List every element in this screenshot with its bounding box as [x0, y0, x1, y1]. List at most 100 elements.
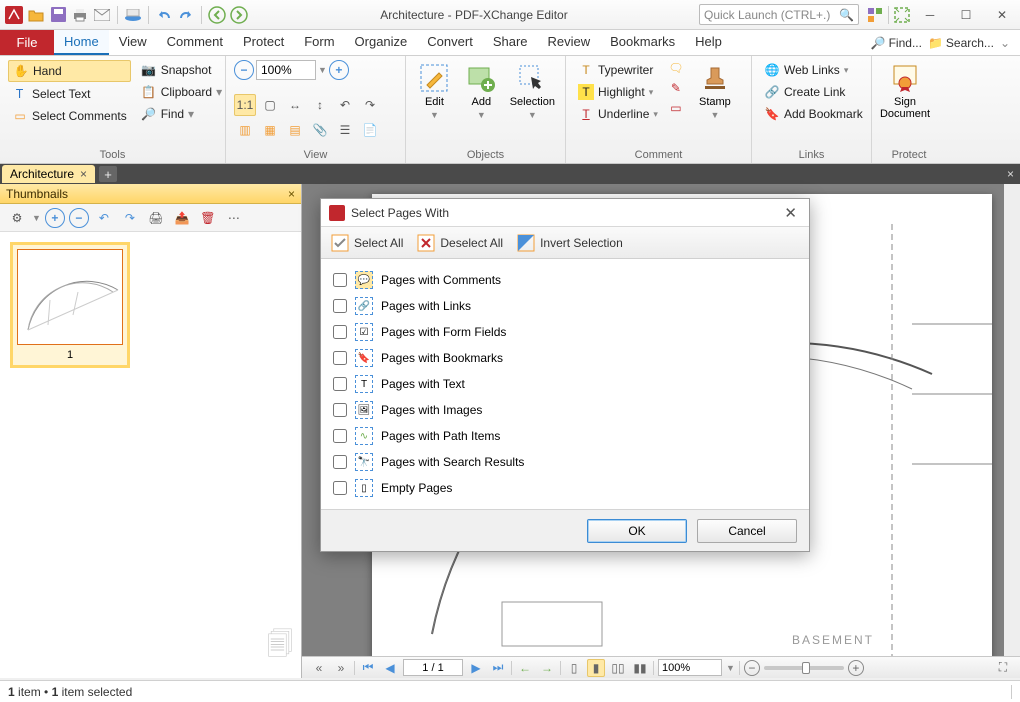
zoom-in-bb[interactable]: +: [848, 660, 864, 676]
zoom-in-button[interactable]: +: [329, 60, 349, 80]
tab-bookmarks[interactable]: Bookmarks: [600, 30, 685, 55]
single-page-icon[interactable]: ▯: [565, 659, 583, 677]
sign-document-button[interactable]: Sign Document: [880, 60, 930, 122]
page-layout2-button[interactable]: ▦: [259, 119, 281, 141]
checkbox[interactable]: [333, 351, 347, 365]
thumb-zoom-in-icon[interactable]: +: [45, 208, 65, 228]
option-pages-with-text[interactable]: TPages with Text: [333, 371, 797, 397]
prev-doc-icon[interactable]: »: [332, 659, 350, 677]
checkbox[interactable]: [333, 325, 347, 339]
deselect-all-button[interactable]: Deselect All: [417, 234, 503, 252]
rotate-ccw-button[interactable]: ↶: [334, 94, 356, 116]
createlink-button[interactable]: 🔗Create Link: [760, 82, 867, 102]
rotate-left-icon[interactable]: ↶: [93, 207, 115, 229]
ui-options-icon[interactable]: [865, 5, 885, 25]
first-page-icon[interactable]: ⏮: [359, 659, 377, 677]
checkbox[interactable]: [333, 299, 347, 313]
weblinks-button[interactable]: 🌐Web Links▾: [760, 60, 867, 80]
add-button[interactable]: Add▼: [461, 60, 502, 122]
rotate-right-icon[interactable]: ↷: [119, 207, 141, 229]
checkbox[interactable]: [333, 429, 347, 443]
prev-icon[interactable]: [207, 5, 227, 25]
highlight-button[interactable]: THighlight▾: [574, 82, 662, 102]
select-text-tool[interactable]: ᎢSelect Text: [8, 84, 131, 104]
tab-share[interactable]: Share: [483, 30, 538, 55]
tab-convert[interactable]: Convert: [417, 30, 483, 55]
prev-page-icon[interactable]: ◀: [381, 659, 399, 677]
two-page-icon[interactable]: ▯▯: [609, 659, 627, 677]
close-tab-icon[interactable]: ×: [80, 167, 87, 181]
zoom-select[interactable]: [658, 659, 722, 676]
actual-size-button[interactable]: 1:1: [234, 94, 256, 116]
checkbox[interactable]: [333, 273, 347, 287]
tab-comment[interactable]: Comment: [157, 30, 233, 55]
two-cont-icon[interactable]: ▮▮: [631, 659, 649, 677]
thumb-zoom-out-icon[interactable]: −: [69, 208, 89, 228]
tab-protect[interactable]: Protect: [233, 30, 294, 55]
fit-height-button[interactable]: ↕: [309, 94, 331, 116]
find-button[interactable]: 🔎Find...: [871, 36, 922, 50]
page-layout-button[interactable]: ▥: [234, 119, 256, 141]
email-icon[interactable]: [92, 5, 112, 25]
layers-icon[interactable]: ☰: [334, 119, 356, 141]
vertical-scrollbar[interactable]: [1004, 184, 1020, 678]
edit-button[interactable]: Edit▼: [414, 60, 455, 122]
next-page-icon[interactable]: ▶: [467, 659, 485, 677]
clipboard-tool[interactable]: 📋Clipboard ▾: [137, 82, 226, 102]
delete-icon[interactable]: 🗑: [197, 207, 219, 229]
first-doc-icon[interactable]: «: [310, 659, 328, 677]
option-pages-with-search-results[interactable]: 🔭Pages with Search Results: [333, 449, 797, 475]
undo-icon[interactable]: [154, 5, 174, 25]
underline-button[interactable]: TUnderline▾: [574, 104, 662, 124]
addbookmark-button[interactable]: 🔖Add Bookmark: [760, 104, 867, 124]
properties-icon[interactable]: 📄: [359, 119, 381, 141]
option-pages-with-bookmarks[interactable]: 🔖Pages with Bookmarks: [333, 345, 797, 371]
shape-icon[interactable]: ▭: [668, 100, 684, 116]
selection-button[interactable]: Selection▼: [508, 60, 557, 122]
typewriter-button[interactable]: TTypewriter: [574, 60, 662, 80]
new-tab-button[interactable]: +: [99, 166, 117, 182]
fit-icon[interactable]: [892, 5, 912, 25]
option-pages-with-images[interactable]: 🖼Pages with Images: [333, 397, 797, 423]
search-button[interactable]: 📁Search...: [928, 36, 994, 50]
snapshot-tool[interactable]: 📷Snapshot: [137, 60, 226, 80]
select-all-button[interactable]: Select All: [331, 234, 403, 252]
open-icon[interactable]: [26, 5, 46, 25]
page-number-input[interactable]: [403, 659, 463, 676]
zoom-slider[interactable]: [764, 666, 844, 670]
ok-button[interactable]: OK: [587, 519, 687, 543]
last-page-icon[interactable]: ⏭: [489, 659, 507, 677]
option-empty-pages[interactable]: ▯Empty Pages: [333, 475, 797, 501]
invert-selection-button[interactable]: Invert Selection: [517, 234, 623, 252]
file-tab[interactable]: File: [0, 30, 54, 55]
extract-icon[interactable]: 📤: [171, 207, 193, 229]
dialog-close-icon[interactable]: ✕: [780, 204, 801, 222]
cancel-button[interactable]: Cancel: [697, 519, 797, 543]
print-thumb-icon[interactable]: 🖨: [145, 207, 167, 229]
tab-home[interactable]: Home: [54, 30, 109, 55]
select-comments-tool[interactable]: ▭Select Comments: [8, 106, 131, 126]
thumbnails-button[interactable]: ▤: [284, 119, 306, 141]
close-button[interactable]: ✕: [984, 3, 1020, 27]
tab-review[interactable]: Review: [538, 30, 601, 55]
zoom-value-input[interactable]: 100%: [256, 60, 316, 80]
tab-organize[interactable]: Organize: [345, 30, 418, 55]
save-icon[interactable]: [48, 5, 68, 25]
thumbnail-page-1[interactable]: 1: [10, 242, 130, 368]
pencil-icon[interactable]: ✎: [668, 80, 684, 96]
document-tab[interactable]: Architecture×: [2, 165, 95, 183]
quick-launch-input[interactable]: Quick Launch (CTRL+.)🔍: [699, 4, 859, 25]
menu-chevron-icon[interactable]: ⌄: [1000, 36, 1010, 50]
nav-fwd-icon[interactable]: →: [538, 659, 556, 677]
option-pages-with-links[interactable]: 🔗Pages with Links: [333, 293, 797, 319]
maximize-button[interactable]: ☐: [948, 3, 984, 27]
option-pages-with-form-fields[interactable]: ☑Pages with Form Fields: [333, 319, 797, 345]
nav-back-icon[interactable]: ←: [516, 659, 534, 677]
fullscreen-icon[interactable]: ⛶: [994, 659, 1012, 677]
hand-tool[interactable]: ✋Hand: [8, 60, 131, 82]
zoom-out-button[interactable]: −: [234, 60, 254, 80]
checkbox[interactable]: [333, 455, 347, 469]
zoom-out-bb[interactable]: −: [744, 660, 760, 676]
continuous-icon[interactable]: ▮: [587, 659, 605, 677]
option-pages-with-path-items[interactable]: ∿Pages with Path Items: [333, 423, 797, 449]
